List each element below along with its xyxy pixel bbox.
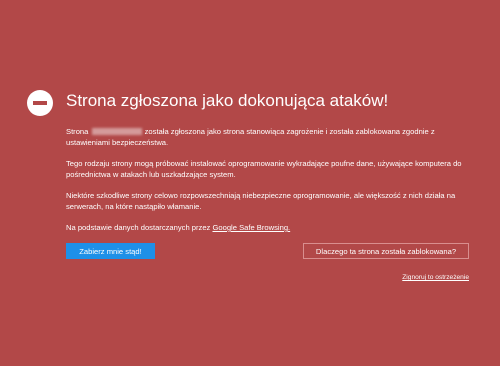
paragraph-source-prefix: Na podstawie danych dostarczanych przez [66, 223, 211, 232]
paragraph-reported: Strona została zgłoszona jako strona sta… [66, 126, 474, 148]
safe-browsing-link[interactable]: Google Safe Browsing. [212, 223, 290, 232]
block-icon-bar [33, 101, 47, 105]
page-title: Strona zgłoszona jako dokonująca ataków! [66, 91, 389, 110]
block-icon [27, 90, 53, 116]
paragraph-source: Na podstawie danych dostarczanych przez … [66, 222, 474, 233]
paragraph-reported-prefix: Strona [66, 127, 89, 136]
why-blocked-button[interactable]: Dlaczego ta strona została zablokowana? [303, 243, 469, 259]
ignore-warning-link[interactable]: Zignoruj to ostrzeżenie [402, 274, 469, 281]
blurred-site-url [91, 128, 142, 135]
take-me-away-button[interactable]: Zabierz mnie stąd! [66, 243, 155, 259]
warning-content: Strona została zgłoszona jako strona sta… [66, 126, 474, 243]
paragraph-compromised: Niektóre szkodliwe strony celowo rozpows… [66, 191, 456, 211]
paragraph-risks: Tego rodzaju strony mogą próbować instal… [66, 159, 462, 179]
